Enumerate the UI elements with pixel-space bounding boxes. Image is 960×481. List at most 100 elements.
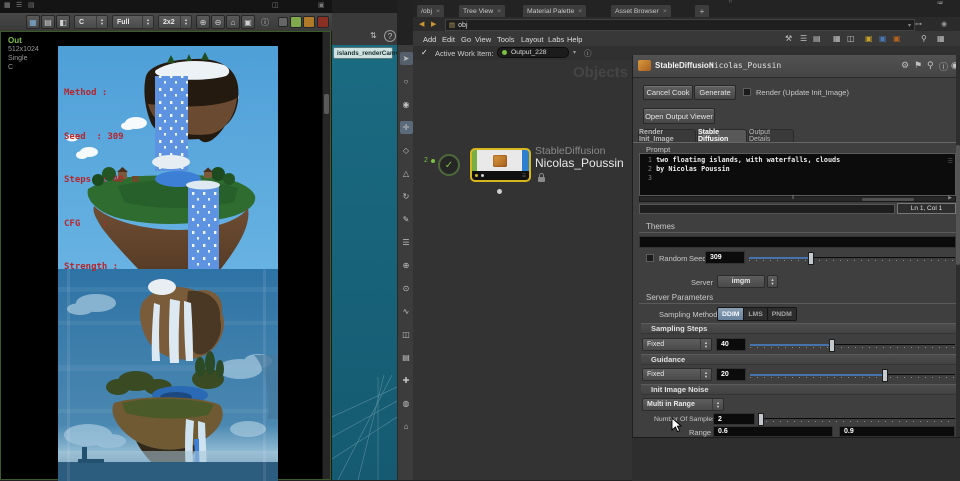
server-select[interactable]: imgm — [717, 275, 765, 288]
seed-value-field[interactable]: 309 — [705, 251, 745, 264]
tool-scale-icon[interactable]: △ — [400, 167, 413, 180]
menu-layout[interactable]: Layout — [521, 35, 544, 44]
node-output-connector[interactable] — [497, 189, 502, 194]
menu-view[interactable]: View — [475, 35, 491, 44]
node-output-flag[interactable] — [522, 150, 529, 171]
lut-icon[interactable] — [303, 16, 315, 28]
param-scrollbar-handle[interactable] — [956, 145, 960, 265]
tab-obj-close-icon[interactable]: × — [436, 8, 440, 15]
tool-move-icon[interactable]: ✛ — [400, 121, 413, 134]
mplay-menu-icon[interactable]: ☰ — [16, 1, 22, 9]
node-band-menu-icon[interactable]: ☰ — [522, 173, 526, 179]
prompt-scrollbar[interactable]: ‖ ▶ — [639, 196, 956, 202]
node-flag-dot-white[interactable] — [481, 174, 484, 177]
prompt-scroll-grip-icon[interactable]: ‖ — [792, 195, 794, 201]
number-of-samples-slider-handle[interactable] — [758, 413, 764, 426]
prompt-scroll-handle[interactable] — [862, 198, 914, 201]
mplay-viewer[interactable]: Out 512x1024 Single C — [0, 31, 331, 480]
menubar-more-icon[interactable]: ▦ — [937, 34, 945, 43]
menu-add[interactable]: Add — [423, 35, 436, 44]
tool-add-icon[interactable]: ⊕ — [400, 259, 413, 272]
tab-obj[interactable]: /obj × — [417, 5, 444, 17]
guidance-slider[interactable] — [750, 368, 955, 381]
param-info-icon[interactable]: ⓘ — [939, 60, 948, 73]
prompt-resize-grip-icon[interactable]: ☰ — [948, 158, 953, 165]
param-node-name[interactable]: Nicolas_Poussin — [709, 61, 781, 70]
render-region-icon[interactable] — [317, 16, 329, 28]
prompt-editor[interactable]: 1 two floating islands, with waterfalls,… — [639, 153, 956, 196]
guidance-band[interactable]: Guidance — [641, 354, 960, 365]
mplay-scrollbar-handle[interactable] — [324, 94, 329, 114]
menubar-pages-icon[interactable]: ▤ — [813, 34, 821, 43]
sampling-steps-band[interactable]: Sampling Steps — [641, 323, 960, 334]
render-update-checkbox[interactable] — [743, 88, 751, 96]
tab-output-details[interactable]: Output Details — [748, 129, 794, 142]
number-of-samples-field[interactable]: 2 — [713, 413, 755, 425]
layout-select[interactable]: 2x2 ▴▾ — [158, 15, 192, 29]
node-name-label[interactable]: Nicolas_Poussin — [535, 156, 624, 170]
node-flag-dot-yellow[interactable] — [475, 174, 478, 177]
tool-layers-icon[interactable]: ▤ — [400, 351, 413, 364]
viewport-3d[interactable] — [332, 45, 397, 480]
menubar-snippet-orange-icon[interactable]: ▣ — [893, 34, 901, 43]
tool-curve-icon[interactable]: ∿ — [400, 305, 413, 318]
tool-plus-icon[interactable]: ✚ — [400, 374, 413, 387]
camera-select[interactable]: islands_renderCam ▾ — [333, 47, 393, 59]
channel-spinner[interactable]: ▴▾ — [96, 16, 107, 28]
seed-slider-handle[interactable] — [808, 252, 814, 265]
frame-view-icon[interactable]: ▣ — [241, 15, 255, 29]
zoom-in-icon[interactable]: ⊕ — [196, 15, 210, 29]
layout-spinner[interactable]: ▴▾ — [180, 16, 191, 28]
menubar-grid2-icon[interactable]: ◫ — [847, 34, 855, 43]
server-spinner[interactable]: ▴▾ — [767, 275, 778, 288]
guidance-value-field[interactable]: 20 — [716, 368, 746, 381]
seed-slider[interactable] — [749, 251, 955, 264]
zoom-out-icon[interactable]: ⊖ — [211, 15, 225, 29]
generate-button[interactable]: Generate — [694, 85, 736, 100]
viewer-info-icon[interactable]: ⓘ — [258, 15, 272, 29]
gamma-icon[interactable] — [290, 16, 302, 28]
work-item-check-icon[interactable]: ✓ — [421, 48, 428, 57]
tool-pose-icon[interactable]: ↻ — [400, 190, 413, 203]
image-view-icon[interactable]: ▦ — [26, 15, 40, 29]
tab-tree-view-close-icon[interactable]: × — [497, 8, 501, 15]
path-options-icon[interactable]: ◉ — [941, 20, 947, 28]
menubar-search-icon[interactable]: ⚲ — [921, 34, 927, 43]
new-tab-button[interactable]: + — [695, 5, 709, 17]
sort-icon[interactable]: ⇅ — [370, 31, 377, 40]
help-icon[interactable]: ? — [384, 30, 396, 42]
menu-edit[interactable]: Edit — [442, 35, 455, 44]
pin-icon[interactable]: ⊶ — [915, 20, 922, 28]
tab-asset-browser-close-icon[interactable]: × — [663, 8, 667, 15]
tool-orbit-icon[interactable]: ⊙ — [400, 282, 413, 295]
menu-go[interactable]: Go — [461, 35, 471, 44]
nav-back-icon[interactable]: ◀ — [419, 20, 424, 28]
sampling-steps-slider-handle[interactable] — [829, 339, 835, 352]
init-image-noise-band[interactable]: Init Image Noise — [641, 384, 960, 395]
guidance-slider-handle[interactable] — [882, 369, 888, 382]
node-stablediffusion[interactable]: ☰ — [470, 148, 531, 182]
mplay-maximize-icon[interactable]: ▣ — [318, 1, 325, 9]
work-item-select[interactable]: Output_228 — [497, 47, 569, 58]
menubar-snippet-blue-icon[interactable]: ▣ — [879, 34, 887, 43]
display-bar-icon[interactable] — [278, 17, 288, 27]
flipbook-icon[interactable]: ▤ — [41, 15, 55, 29]
tab-asset-browser[interactable]: Asset Browser × — [611, 5, 671, 17]
tool-rotate-icon[interactable]: ◇ — [400, 144, 413, 157]
channel-select[interactable]: C ▴▾ — [74, 15, 108, 29]
sampler-pndm-button[interactable]: PNDM — [768, 308, 796, 320]
viewmode-spinner[interactable]: ▴▾ — [142, 16, 153, 28]
range-max-field[interactable]: 0.9 — [839, 426, 955, 437]
guidance-mode-select[interactable]: Fixed ▴▾ — [642, 368, 712, 381]
sampling-steps-mode-select[interactable]: Fixed ▴▾ — [642, 338, 712, 351]
viewmode-select[interactable]: Full ▴▾ — [112, 15, 154, 29]
path-field[interactable]: ▤ obj ▾ — [445, 19, 915, 31]
menu-help[interactable]: Help — [567, 35, 582, 44]
tool-measure-icon[interactable]: ◍ — [400, 397, 413, 410]
random-seed-checkbox[interactable] — [646, 254, 654, 262]
sampling-steps-value-field[interactable]: 40 — [716, 338, 746, 351]
tab-render-init-image[interactable]: Render Init_Image — [638, 129, 696, 142]
menubar-list-icon[interactable]: ☰ — [800, 34, 807, 43]
menubar-snippet-yellow-icon[interactable]: ▣ — [865, 34, 873, 43]
tool-snap-icon[interactable]: ☰ — [400, 236, 413, 249]
